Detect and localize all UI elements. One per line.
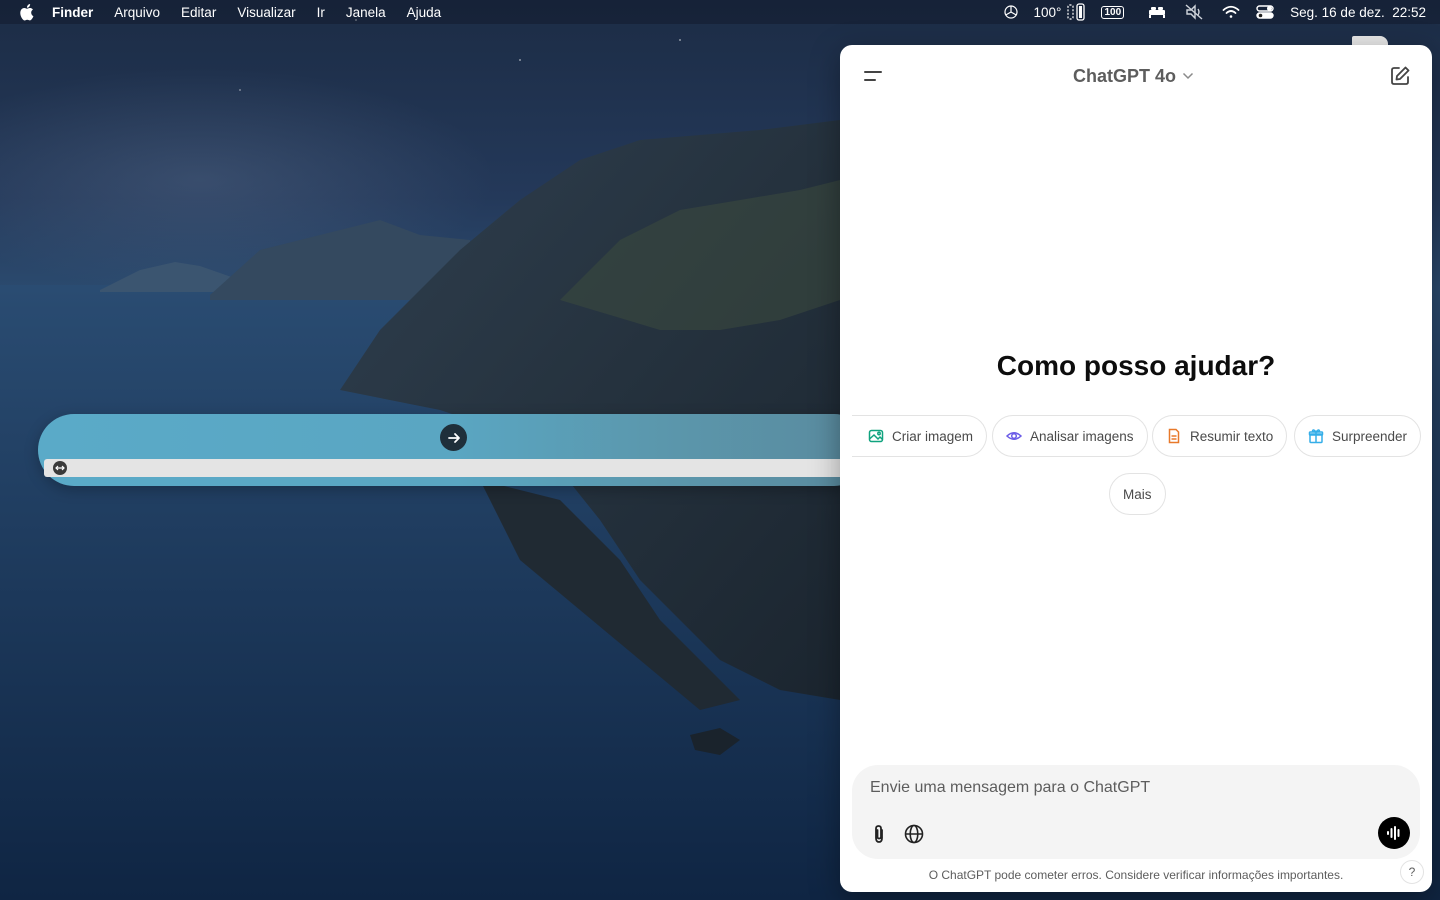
menu-janela[interactable]: Janela (346, 5, 386, 20)
menu-app-name[interactable]: Finder (52, 5, 93, 20)
menu-visualizar[interactable]: Visualizar (237, 5, 295, 20)
menu-ajuda[interactable]: Ajuda (407, 5, 442, 20)
mute-icon[interactable] (1184, 4, 1204, 20)
globe-icon[interactable] (903, 823, 925, 845)
suggestion-surpreender[interactable]: Surpreender (1294, 415, 1422, 457)
bed-icon[interactable] (1148, 5, 1166, 19)
chatgpt-window: ChatGPT 4o Como posso ajudar? Criar imag… (840, 45, 1432, 892)
suggestion-resumir-texto[interactable]: Resumir texto (1152, 415, 1288, 457)
chat-header: ChatGPT 4o (840, 45, 1432, 105)
submit-arrow-button[interactable] (440, 424, 467, 451)
suggestion-criar-imagem[interactable]: Criar imagem (852, 415, 988, 457)
battery-icon[interactable] (1067, 3, 1087, 21)
image-icon (868, 428, 884, 444)
status-area: 100° 100 Seg. 16 de dez. 22:52 (1002, 0, 1440, 24)
suggestion-label: Surpreender (1332, 428, 1408, 444)
floating-search-widget[interactable] (38, 414, 870, 486)
datetime[interactable]: Seg. 16 de dez. 22:52 (1290, 5, 1426, 20)
chevron-down-icon (1182, 72, 1194, 80)
chatgpt-icon[interactable] (1002, 3, 1020, 21)
message-composer[interactable]: Envie uma mensagem para o ChatGPT (852, 765, 1420, 859)
apple-icon[interactable] (18, 3, 36, 21)
model-name: ChatGPT 4o (1073, 65, 1177, 86)
menu-bar: Finder Arquivo Editar Visualizar Ir Jane… (0, 0, 1440, 24)
waveform-icon (1386, 825, 1402, 841)
new-chat-icon[interactable] (1388, 64, 1412, 88)
page-title: Como posso ajudar? (996, 350, 1276, 381)
menu-editar[interactable]: Editar (181, 5, 216, 20)
voice-mode-button[interactable] (1378, 817, 1410, 849)
more-suggestions-button[interactable]: Mais (1109, 473, 1166, 515)
battery-badge-label: 100 (1101, 5, 1125, 19)
suggestion-label: Analisar imagens (1030, 428, 1134, 444)
menu-ir[interactable]: Ir (317, 5, 325, 20)
battery-badge-icon[interactable]: 100 (1101, 5, 1125, 19)
control-center-icon[interactable] (1256, 5, 1274, 19)
temperature-readout[interactable]: 100° (1034, 5, 1062, 20)
sidebar-toggle-icon[interactable] (862, 65, 884, 87)
resize-icon[interactable] (53, 461, 67, 475)
document-icon (1166, 428, 1182, 444)
suggestion-label: Resumir texto (1190, 428, 1274, 444)
disclaimer-text: O ChatGPT pode cometer erros. Considere … (928, 868, 1344, 882)
widget-bottom-bar[interactable] (44, 459, 864, 477)
wifi-icon[interactable] (1222, 5, 1240, 19)
eye-icon (1006, 428, 1022, 444)
more-label: Mais (1123, 486, 1152, 502)
model-selector[interactable]: ChatGPT 4o (1073, 64, 1194, 88)
message-input[interactable]: Envie uma mensagem para o ChatGPT (870, 779, 1150, 797)
suggestion-analisar-imagens[interactable]: Analisar imagens (992, 415, 1148, 457)
suggestion-label: Criar imagem (892, 428, 974, 444)
arrow-right-icon (446, 430, 462, 446)
gift-icon (1308, 428, 1324, 444)
paperclip-icon[interactable] (868, 823, 890, 845)
menu-arquivo[interactable]: Arquivo (114, 5, 160, 20)
help-button[interactable]: ? (1400, 860, 1424, 884)
